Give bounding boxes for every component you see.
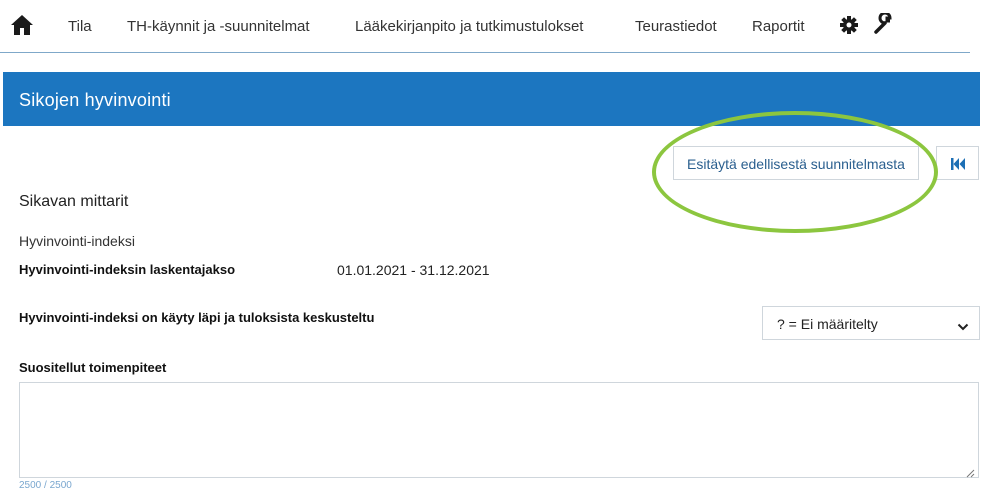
nav-item-tila[interactable]: Tila xyxy=(68,18,92,35)
period-label: Hyvinvointi-indeksin laskentajakso xyxy=(19,262,236,277)
recommended-actions-textarea[interactable] xyxy=(19,382,979,478)
resize-handle-icon[interactable] xyxy=(966,465,975,478)
top-navigation: Tila TH-käynnit ja -suunnitelmat Lääkeki… xyxy=(0,0,970,53)
home-icon[interactable] xyxy=(10,14,34,36)
nav-item-reports[interactable]: Raportit xyxy=(752,18,805,35)
discussed-select-value: ? = Ei määritelty xyxy=(777,316,878,332)
prefill-from-previous-plan-button[interactable]: Esitäytä edellisestä suunnitelmasta xyxy=(673,146,919,180)
skip-to-first-icon xyxy=(951,157,965,175)
recommended-actions-label: Suositellut toimenpiteet xyxy=(19,360,167,375)
chevron-down-icon xyxy=(957,319,969,331)
subsection-title: Hyvinvointi-indeksi xyxy=(19,233,135,249)
nav-item-th-visits[interactable]: TH-käynnit ja -suunnitelmat xyxy=(127,18,310,35)
nav-item-slaughter[interactable]: Teurastiedot xyxy=(635,18,717,35)
wrench-icon[interactable] xyxy=(873,11,895,35)
gear-icon[interactable] xyxy=(838,14,860,36)
nav-item-medication[interactable]: Lääkekirjanpito ja tutkimustulokset xyxy=(355,18,583,35)
discussed-select[interactable]: ? = Ei määritelty xyxy=(762,306,980,340)
discussed-label: Hyvinvointi-indeksi on käyty läpi ja tul… xyxy=(19,310,375,325)
period-value: 01.01.2021 - 31.12.2021 xyxy=(337,262,490,278)
page-title: Sikojen hyvinvointi xyxy=(19,90,171,110)
page-header-banner: Sikojen hyvinvointi xyxy=(3,72,980,126)
section-title: Sikavan mittarit xyxy=(19,193,129,210)
first-page-button[interactable] xyxy=(936,146,979,180)
